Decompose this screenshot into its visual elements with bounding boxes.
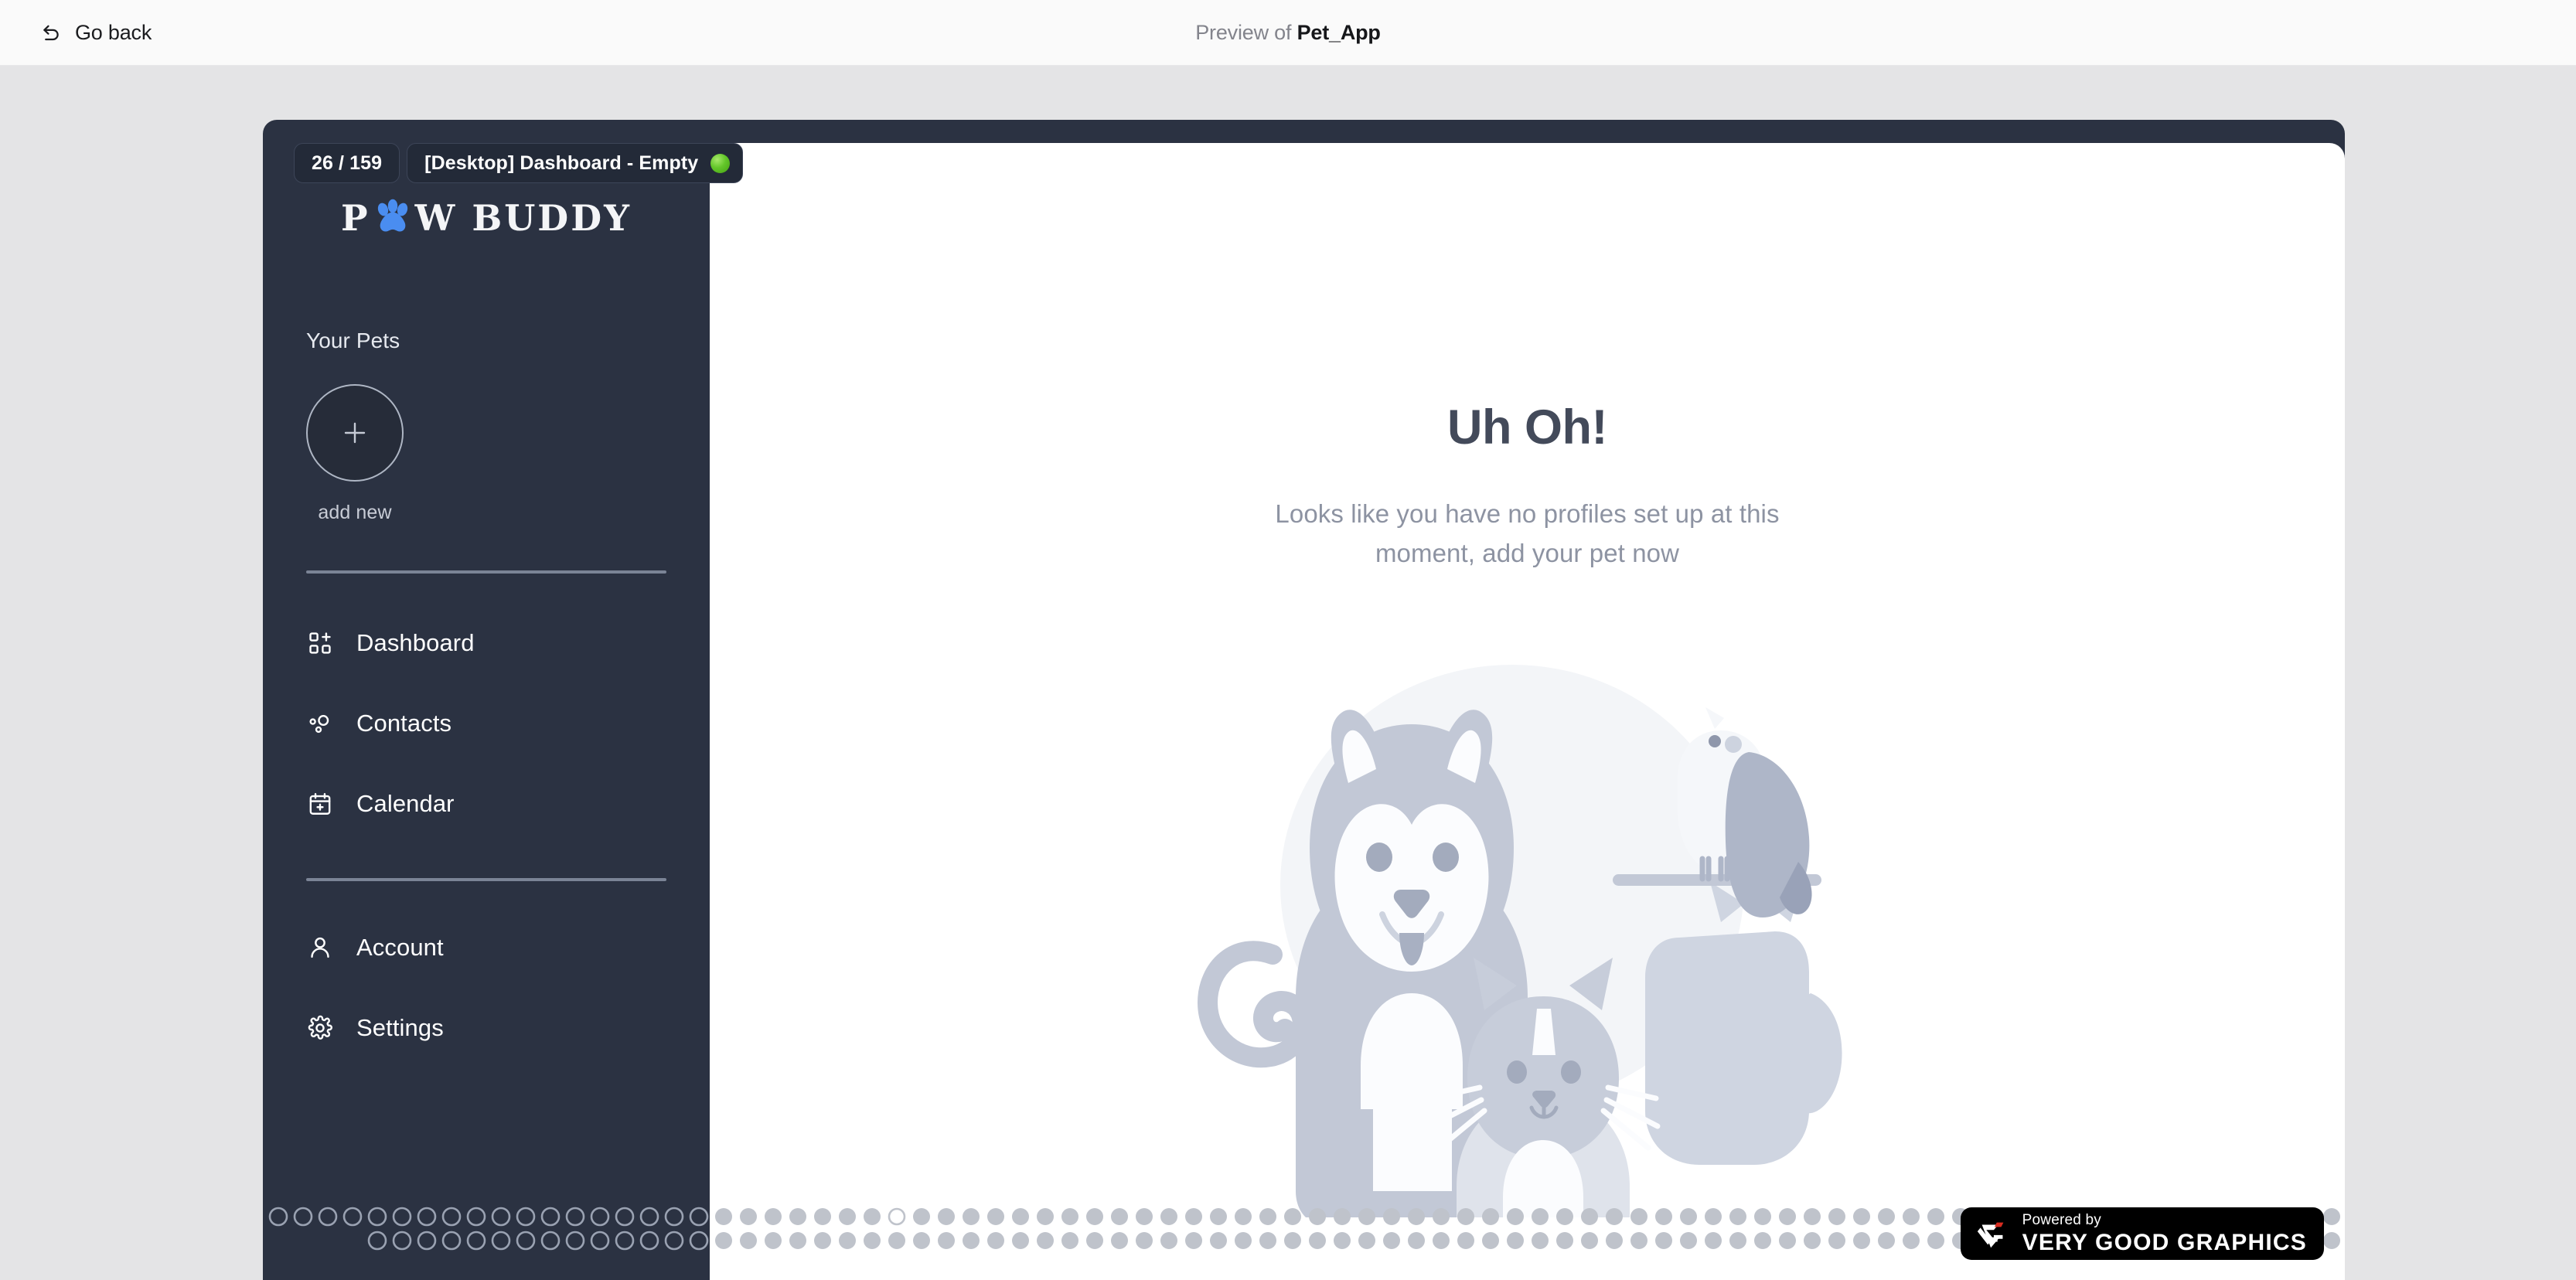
top-bar: Go back Preview of Pet_App	[0, 0, 2576, 66]
add-pet-block: add new	[306, 384, 404, 524]
sidebar-item-contacts[interactable]: Contacts	[306, 697, 666, 750]
empty-state-title: Uh Oh!	[1447, 400, 1607, 454]
main-content: Uh Oh! Looks like you have no profiles s…	[710, 143, 2345, 1280]
frame-name-label: [Desktop] Dashboard - Empty	[424, 151, 699, 174]
empty-state: Uh Oh! Looks like you have no profiles s…	[710, 400, 2345, 573]
user-icon	[306, 934, 334, 962]
sidebar-item-settings-label: Settings	[356, 1014, 444, 1041]
vgg-brand-label: VERY GOOD GRAPHICS	[2022, 1230, 2307, 1255]
sidebar-item-account[interactable]: Account	[306, 921, 666, 974]
frame-name-badge[interactable]: [Desktop] Dashboard - Empty	[407, 143, 744, 183]
pets-section-title: Your Pets	[306, 329, 400, 352]
add-pet-label: add new	[318, 502, 392, 523]
sidebar-divider-bottom	[306, 878, 666, 881]
plus-icon	[339, 417, 370, 448]
sidebar-item-account-label: Account	[356, 934, 444, 961]
gear-icon	[306, 1014, 334, 1042]
sidebar-content: Your Pets add new Dashboard Contacts Cal…	[263, 329, 710, 1054]
logo-text-after: W BUDDY	[414, 197, 632, 239]
sidebar: P W BUDDY Your Pets add new Dashboard Co…	[263, 143, 710, 1280]
pets-illustration	[1180, 630, 1876, 1217]
preview-frame: 26 / 159 [Desktop] Dashboard - Empty P W…	[263, 120, 2345, 1280]
app-window: P W BUDDY Your Pets add new Dashboard Co…	[263, 143, 2345, 1280]
sidebar-item-settings[interactable]: Settings	[306, 1002, 666, 1054]
sidebar-item-calendar[interactable]: Calendar	[306, 778, 666, 830]
sidebar-item-dashboard[interactable]: Dashboard	[306, 617, 666, 669]
preview-title: Preview of Pet_App	[0, 21, 2576, 45]
frame-badge-row: 26 / 159 [Desktop] Dashboard - Empty	[294, 143, 744, 183]
sidebar-nav-secondary: Account Settings	[306, 921, 666, 1054]
powered-by-badge[interactable]: Powered by VERY GOOD GRAPHICS	[1960, 1207, 2324, 1260]
sidebar-item-contacts-label: Contacts	[356, 710, 452, 737]
sidebar-item-dashboard-label: Dashboard	[356, 629, 475, 656]
frame-counter-badge[interactable]: 26 / 159	[294, 143, 400, 183]
empty-state-description: Looks like you have no profiles set up a…	[1275, 499, 1780, 568]
app-logo[interactable]: P W BUDDY	[263, 194, 710, 242]
vgg-logo-icon	[1975, 1216, 2010, 1251]
sidebar-divider-top	[306, 570, 666, 574]
sidebar-nav-primary: Dashboard Contacts Calendar	[306, 617, 666, 830]
add-pet-button[interactable]	[306, 384, 404, 482]
status-dot-icon	[710, 153, 731, 173]
logo-text-before: P	[341, 197, 370, 239]
paw-icon	[372, 197, 414, 239]
preview-prefix: Preview of	[1195, 20, 1297, 44]
grid-plus-icon	[306, 629, 334, 657]
frame-counter-label: 26 / 159	[312, 151, 383, 174]
contacts-dots-icon	[306, 710, 334, 737]
preview-app-name: Pet_App	[1297, 20, 1381, 44]
powered-by-label: Powered by	[2022, 1212, 2101, 1228]
calendar-plus-icon	[306, 790, 334, 818]
sidebar-item-calendar-label: Calendar	[356, 790, 455, 817]
powered-by-text: Powered by VERY GOOD GRAPHICS	[2022, 1213, 2307, 1254]
